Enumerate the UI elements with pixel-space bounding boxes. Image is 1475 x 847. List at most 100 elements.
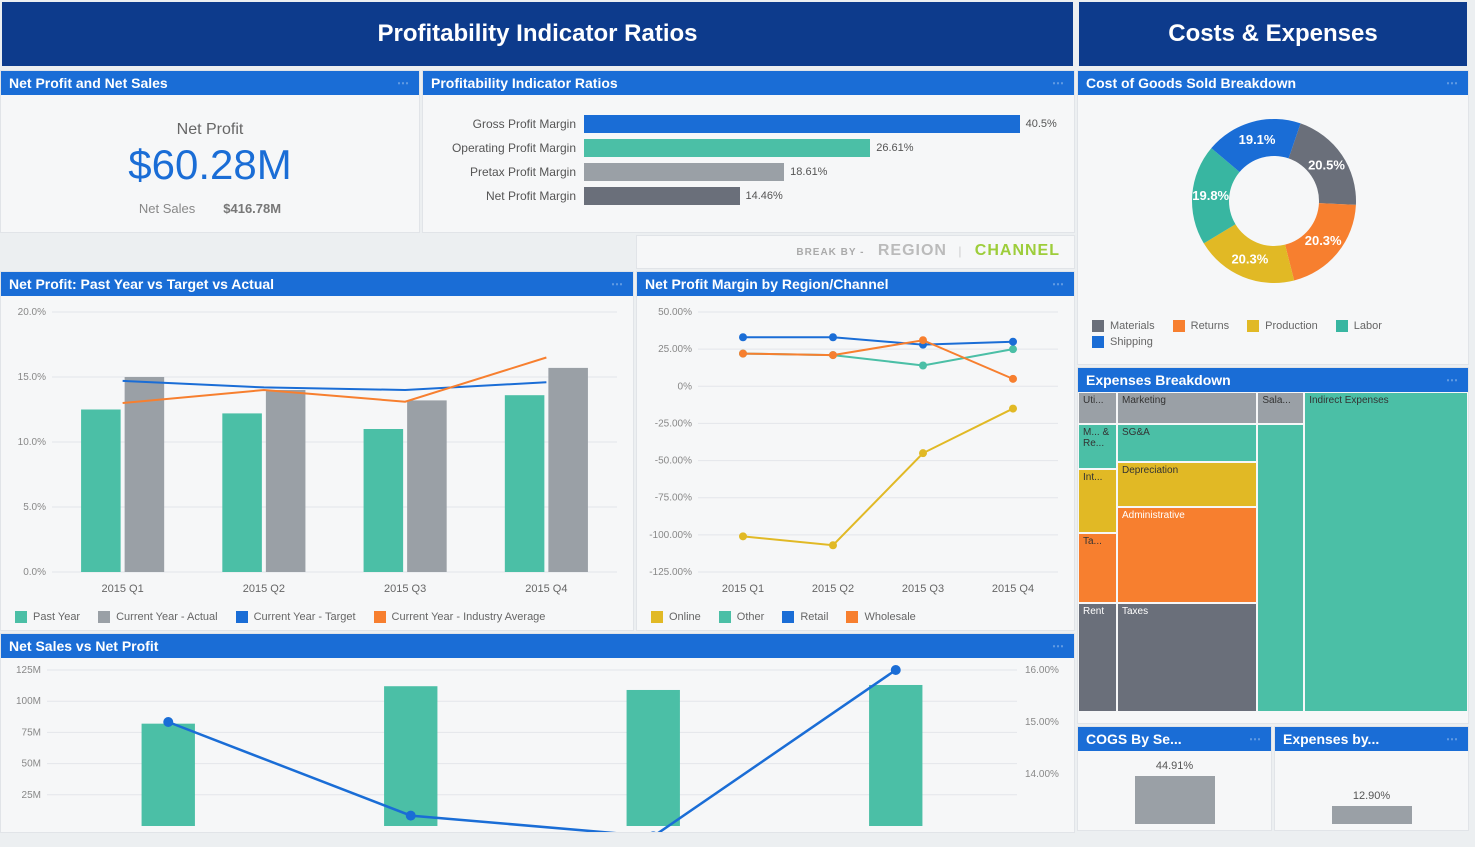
treemap-cell[interactable]: M... & Re... (1078, 424, 1117, 469)
panel-header: Profitability Indicator Ratios ⋯ (423, 71, 1074, 95)
svg-text:20.5%: 20.5% (1308, 157, 1345, 172)
svg-text:125M: 125M (16, 665, 41, 676)
panel-title: Expenses by... (1283, 731, 1379, 747)
legend-item[interactable]: Current Year - Industry Average (374, 611, 546, 623)
panel-title: Net Profit Margin by Region/Channel (645, 276, 888, 292)
panel-net-profit: Net Profit and Net Sales ⋯ Net Profit $6… (0, 70, 420, 233)
legend-item[interactable]: Production (1247, 320, 1318, 332)
legend-item[interactable]: Wholesale (846, 611, 915, 623)
hbar-row: Operating Profit Margin26.61% (429, 139, 1068, 157)
legend-item[interactable]: Retail (782, 611, 828, 623)
treemap-cell[interactable] (1257, 424, 1304, 712)
panel-header: Cost of Goods Sold Breakdown ⋯ (1078, 71, 1468, 95)
panel-menu-icon[interactable]: ⋯ (1446, 373, 1460, 387)
svg-text:50.00%: 50.00% (658, 307, 692, 318)
panel-menu-icon[interactable]: ⋯ (1249, 732, 1263, 746)
svg-text:2015 Q4: 2015 Q4 (992, 583, 1034, 595)
treemap-cell[interactable]: Depreciation (1117, 462, 1257, 507)
hbar-row: Gross Profit Margin40.5% (429, 115, 1068, 133)
panel-header: Net Sales vs Net Profit ⋯ (1, 634, 1074, 658)
legend-item[interactable]: Labor (1336, 320, 1382, 332)
panel-cogs-donut: Cost of Goods Sold Breakdown ⋯ 20.5%20.3… (1077, 70, 1469, 365)
legend-item[interactable]: Past Year (15, 611, 80, 623)
treemap-cell[interactable]: Int... (1078, 469, 1117, 533)
legend-item[interactable]: Current Year - Target (236, 611, 356, 623)
legend-item[interactable]: Shipping (1092, 336, 1153, 348)
panel-title: Profitability Indicator Ratios (431, 75, 618, 91)
panel-menu-icon[interactable]: ⋯ (611, 277, 625, 291)
chart-sales-vs-profit: 25M50M75M100M125M14.00%15.00%16.00% (7, 664, 1067, 832)
svg-text:-125.00%: -125.00% (649, 567, 692, 578)
hbar-value: 18.61% (790, 163, 827, 181)
hbar-value: 14.46% (746, 187, 783, 205)
panel-header: Net Profit and Net Sales ⋯ (1, 71, 419, 95)
svg-text:-75.00%: -75.00% (655, 493, 692, 504)
panel-menu-icon[interactable]: ⋯ (1052, 277, 1066, 291)
hbar-fill (584, 139, 870, 157)
hbar-label: Net Profit Margin (429, 189, 584, 203)
main-header-right: Costs & Expenses (1079, 2, 1467, 66)
chart-expenses-treemap: Uti...M... & Re...Int...Ta...Rent Marketi… (1078, 392, 1468, 712)
treemap-cell[interactable]: Sala... (1257, 392, 1304, 424)
panel-menu-icon[interactable]: ⋯ (1052, 639, 1066, 653)
panel-menu-icon[interactable]: ⋯ (1052, 76, 1066, 90)
net-sales-label: Net Sales (139, 201, 195, 216)
svg-text:2015 Q2: 2015 Q2 (243, 583, 285, 595)
treemap-cell[interactable]: Taxes (1117, 603, 1257, 712)
svg-text:0.0%: 0.0% (23, 567, 46, 578)
hbar-row: Pretax Profit Margin 18.61% (429, 163, 1068, 181)
hbar-label: Pretax Profit Margin (429, 165, 584, 179)
svg-text:10.0%: 10.0% (18, 437, 46, 448)
svg-text:2015 Q4: 2015 Q4 (525, 583, 567, 595)
chart-past-vs-target: 0.0%5.0%10.0%15.0%20.0%2015 Q12015 Q2201… (7, 302, 627, 602)
svg-text:-25.00%: -25.00% (655, 418, 692, 429)
treemap-cell[interactable]: Indirect Expenses (1304, 392, 1468, 712)
hbar-fill (584, 115, 1020, 133)
treemap-cell[interactable]: SG&A (1117, 424, 1257, 462)
svg-text:15.00%: 15.00% (1025, 717, 1059, 728)
mini-bar: 44.91% (1135, 776, 1215, 824)
legend-item[interactable]: Returns (1173, 320, 1230, 332)
breakby-strip: BREAK BY - REGION | CHANNEL (636, 235, 1075, 269)
svg-text:16.00%: 16.00% (1025, 665, 1059, 676)
legend-item[interactable]: Materials (1092, 320, 1155, 332)
treemap-cell[interactable]: Rent (1078, 603, 1117, 712)
svg-text:2015 Q1: 2015 Q1 (102, 583, 144, 595)
panel-menu-icon[interactable]: ⋯ (397, 76, 411, 90)
svg-text:75M: 75M (22, 727, 41, 738)
svg-text:20.0%: 20.0% (18, 307, 46, 318)
treemap-cell[interactable]: Administrative (1117, 507, 1257, 603)
hbar-fill (584, 187, 740, 205)
panel-header: Net Profit Margin by Region/Channel ⋯ (637, 272, 1074, 296)
treemap-cell[interactable]: Ta... (1078, 533, 1117, 603)
panel-title: Net Profit: Past Year vs Target vs Actua… (9, 276, 274, 292)
mini-bar-label: 12.90% (1332, 790, 1412, 802)
chart-cogs-donut: 20.5%20.3%20.3%19.8%19.1% (1084, 101, 1464, 311)
panel-past-vs-target: Net Profit: Past Year vs Target vs Actua… (0, 271, 634, 631)
panel-expenses-by: Expenses by... ⋯ 12.90% (1274, 726, 1469, 831)
svg-text:50M: 50M (22, 759, 41, 770)
legend-item[interactable]: Other (719, 611, 765, 623)
breakby-label: BREAK BY - (796, 247, 864, 258)
hbar-fill (584, 163, 784, 181)
breakby-option-channel[interactable]: CHANNEL (975, 242, 1060, 259)
panel-cogs-by-se: COGS By Se... ⋯ 44.91% (1077, 726, 1272, 831)
treemap-cell[interactable]: Uti... (1078, 392, 1117, 424)
legend-item[interactable]: Online (651, 611, 701, 623)
panel-title: Cost of Goods Sold Breakdown (1086, 75, 1296, 91)
svg-text:25M: 25M (22, 790, 41, 801)
breakby-option-region[interactable]: REGION (878, 242, 947, 259)
svg-text:2015 Q2: 2015 Q2 (812, 583, 854, 595)
svg-text:19.1%: 19.1% (1239, 132, 1276, 147)
svg-text:19.8%: 19.8% (1192, 188, 1229, 203)
svg-text:14.00%: 14.00% (1025, 769, 1059, 780)
svg-text:-50.00%: -50.00% (655, 456, 692, 467)
treemap-cell[interactable]: Marketing (1117, 392, 1257, 424)
net-profit-label: Net Profit (7, 121, 413, 139)
legend-item[interactable]: Current Year - Actual (98, 611, 218, 623)
panel-header: COGS By Se... ⋯ (1078, 727, 1271, 751)
panel-sales-vs-profit: Net Sales vs Net Profit ⋯ 25M50M75M100M1… (0, 633, 1075, 833)
svg-text:2015 Q3: 2015 Q3 (384, 583, 426, 595)
panel-menu-icon[interactable]: ⋯ (1446, 76, 1460, 90)
panel-menu-icon[interactable]: ⋯ (1446, 732, 1460, 746)
